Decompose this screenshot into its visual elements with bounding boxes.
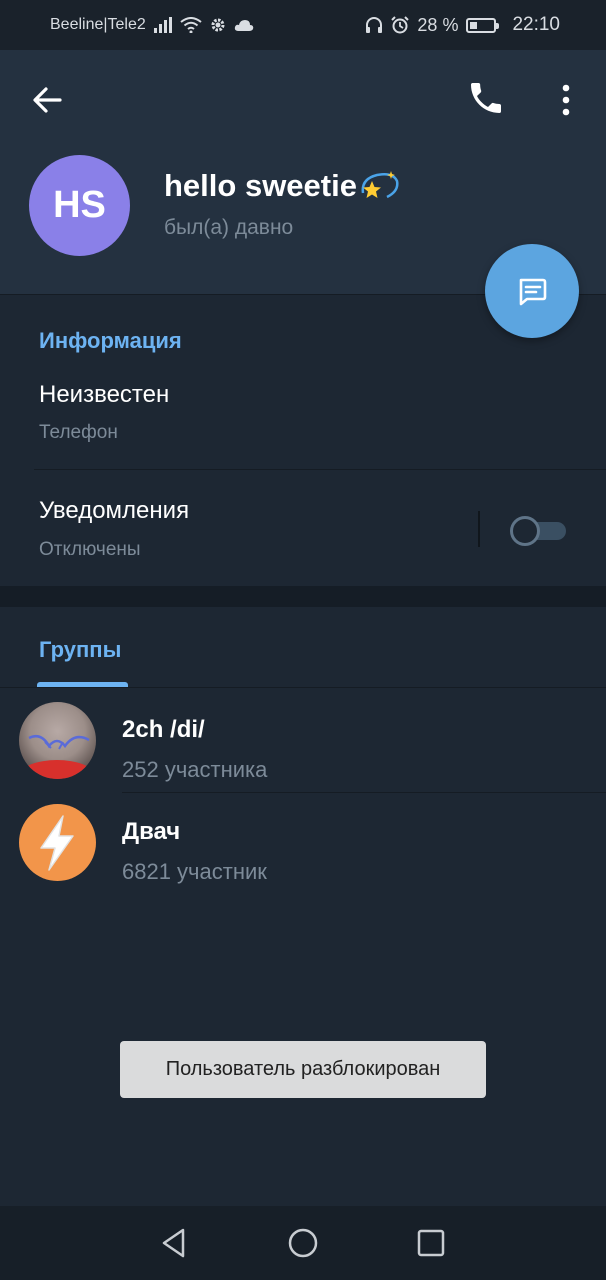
notifications-status: Отключены: [39, 539, 141, 560]
back-arrow-icon[interactable]: [28, 80, 68, 120]
group-avatar: [19, 804, 96, 881]
phone-value: Неизвестен: [39, 381, 170, 408]
toast-notification: Пользователь разблокирован: [120, 1041, 486, 1098]
headphones-icon: [366, 17, 383, 33]
status-bar: Beeline|Tele2 28 % 22:10: [0, 0, 606, 50]
groups-section: Группы 2ch /di/ 252 участника Двач 6821 …: [0, 607, 606, 1207]
battery-percent: 28 %: [417, 14, 459, 35]
settings-icon: [211, 18, 225, 32]
info-section: Информация Неизвестен Телефон Уведомлени…: [0, 294, 606, 586]
phone-icon[interactable]: [466, 78, 506, 118]
group-name: 2ch /di/: [122, 716, 205, 743]
phone-label: Телефон: [39, 422, 118, 443]
group-avatar: [19, 702, 96, 779]
signal-icon: [153, 17, 172, 33]
nav-recents-icon[interactable]: [413, 1225, 449, 1261]
profile-name-text: hello sweetie: [164, 168, 357, 203]
alarm-icon: [391, 16, 410, 34]
last-seen-status: был(а) давно: [164, 216, 294, 239]
nav-back-icon[interactable]: [156, 1225, 192, 1261]
wifi-icon: [180, 17, 202, 33]
notifications-toggle[interactable]: [510, 516, 566, 546]
group-members: 6821 участник: [122, 859, 267, 884]
lightning-icon: [40, 815, 74, 871]
avatar[interactable]: HS: [29, 155, 130, 256]
tabs-divider: [0, 687, 606, 688]
toggle-knob: [510, 516, 540, 546]
section-title-info: Информация: [39, 328, 182, 353]
tab-groups[interactable]: Группы: [39, 637, 121, 663]
divider: [122, 792, 606, 793]
group-item[interactable]: Двач 6821 участник: [0, 794, 606, 896]
message-icon: [519, 278, 547, 306]
clock: 22:10: [512, 14, 560, 35]
toast-text: Пользователь разблокирован: [165, 1058, 441, 1080]
cloud-icon: [234, 20, 253, 31]
section-gap: [0, 586, 606, 607]
battery-icon: [466, 17, 500, 33]
more-vertical-icon[interactable]: [552, 80, 580, 120]
dizzy-star-emoji-icon: [361, 171, 399, 199]
group-item[interactable]: 2ch /di/ 252 участника: [0, 689, 606, 791]
group-name: Двач: [122, 818, 181, 845]
group-members: 252 участника: [122, 757, 268, 782]
divider: [34, 469, 606, 470]
avatar-initials: HS: [53, 184, 106, 226]
group-photo-icon: [21, 735, 93, 779]
profile-name: hello sweetie: [164, 168, 399, 204]
navigation-bar: [0, 1206, 606, 1280]
send-message-button[interactable]: [485, 244, 579, 338]
nav-home-icon[interactable]: [285, 1225, 321, 1261]
divider-vertical: [478, 511, 480, 547]
notifications-title: Уведомления: [39, 497, 190, 524]
carrier-label: Beeline|Tele2: [50, 16, 146, 33]
